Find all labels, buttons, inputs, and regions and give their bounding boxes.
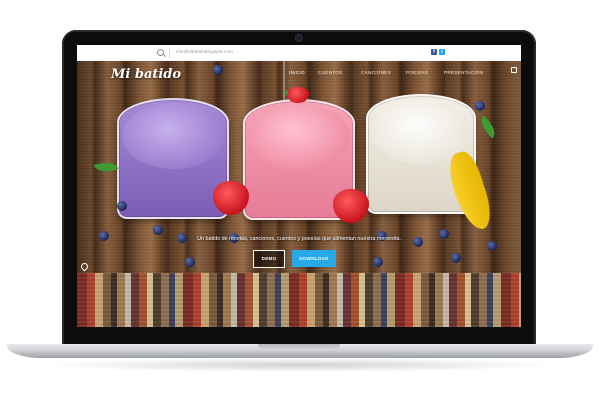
expand-icon[interactable] — [511, 67, 517, 73]
blueberry — [487, 241, 497, 251]
nav-item-poesias[interactable]: POESÍAS — [406, 70, 428, 75]
blueberry — [213, 65, 223, 75]
blueberry — [117, 201, 127, 211]
search-icon[interactable] — [157, 49, 164, 56]
colored-wood-planks — [77, 273, 521, 327]
nav-item-inicio[interactable]: INICIO — [289, 70, 305, 75]
blueberry — [451, 253, 461, 263]
blueberry — [153, 225, 163, 235]
contact-email[interactable]: info@elbatidoblogspot.com — [176, 49, 233, 54]
nav-item-presentacion[interactable]: PRESENTACIÓN — [444, 70, 484, 75]
laptop-shadow — [40, 358, 560, 372]
site-logo[interactable]: Mi batido — [111, 67, 181, 82]
demo-button[interactable]: DEMO — [253, 250, 285, 268]
top-bar: info@elbatidoblogspot.com f t — [77, 45, 521, 62]
divider — [169, 48, 170, 58]
blueberry — [185, 257, 195, 267]
hero-tagline: Un batido de recetas, canciones, cuentos… — [197, 236, 401, 242]
nav-item-cuentos[interactable]: CUENTOS — [318, 70, 342, 75]
hero-section: Mi batido INICIO CUENTOS CANCIONES POESÍ… — [77, 59, 521, 273]
blueberry — [475, 101, 485, 111]
laptop-notch — [258, 344, 340, 350]
laptop-screen: info@elbatidoblogspot.com f t Mi batido … — [77, 45, 521, 327]
purple-smoothie-glass — [117, 98, 229, 219]
camera-icon — [296, 35, 302, 41]
twitter-icon[interactable]: t — [439, 49, 445, 55]
blueberry — [373, 257, 383, 267]
download-button[interactable]: DOWNLOAD — [292, 250, 336, 267]
facebook-icon[interactable]: f — [431, 49, 437, 55]
nav-item-canciones[interactable]: CANCIONES — [361, 70, 391, 75]
